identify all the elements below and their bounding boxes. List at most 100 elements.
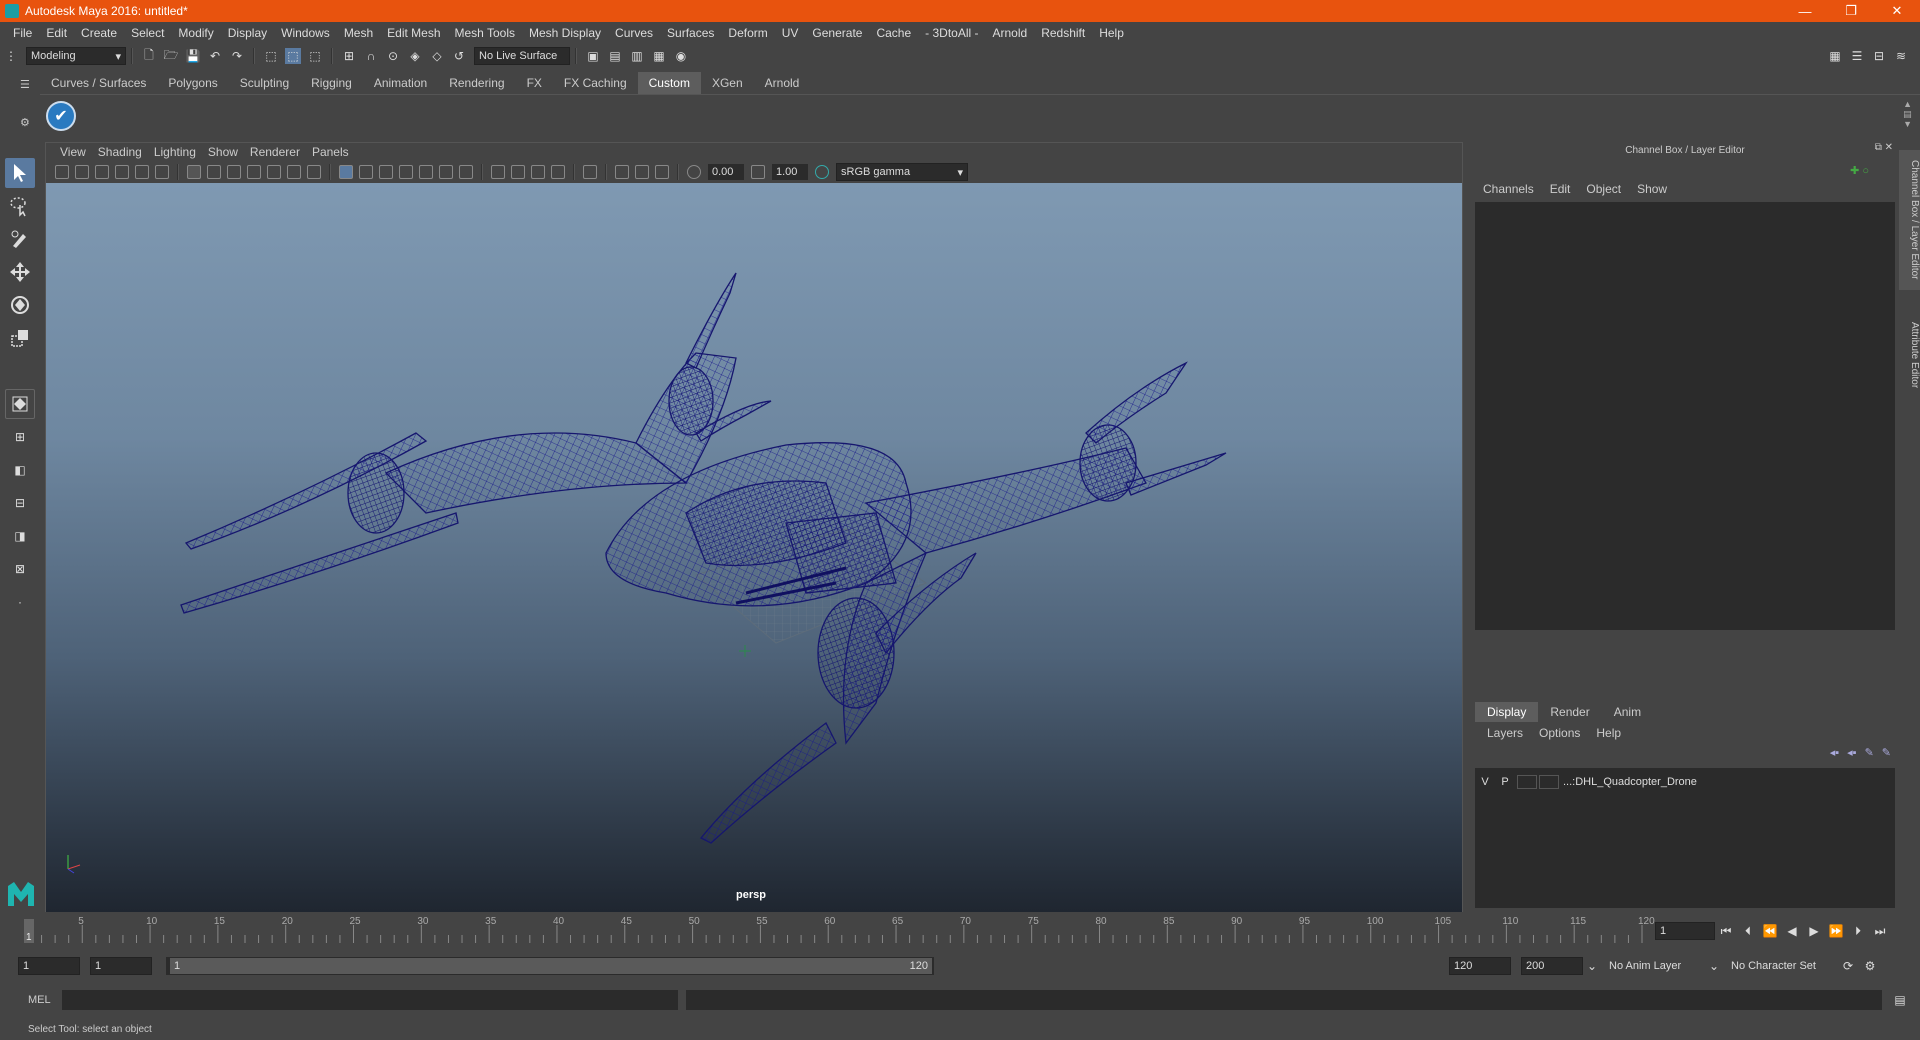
color-management-icon[interactable]: [815, 165, 829, 179]
safe-action-icon[interactable]: [287, 165, 301, 179]
anim-layer-dropdown[interactable]: No Anim Layer: [1605, 957, 1705, 975]
current-frame-field[interactable]: 1: [1655, 922, 1715, 940]
range-slider-track[interactable]: 1 120: [166, 957, 934, 975]
close-button[interactable]: ✕: [1874, 0, 1920, 22]
image-plane-icon[interactable]: [115, 165, 129, 179]
viewport-menu-show[interactable]: Show: [202, 145, 244, 159]
snap-grid-icon[interactable]: ⊞: [341, 48, 357, 64]
grid-icon[interactable]: [187, 165, 201, 179]
viewport-menu-lighting[interactable]: Lighting: [148, 145, 202, 159]
attribute-editor-side-tab[interactable]: Attribute Editor: [1899, 310, 1920, 400]
textured-icon[interactable]: [399, 165, 413, 179]
go-to-end-icon[interactable]: ⏭: [1872, 923, 1888, 939]
step-back-frame-icon[interactable]: ⏪: [1762, 923, 1778, 939]
restore-button[interactable]: ❐: [1828, 0, 1874, 22]
channel-box-area[interactable]: [1475, 202, 1895, 630]
shelf-menu-icon[interactable]: ☰: [20, 78, 30, 91]
menu-edit-mesh[interactable]: Edit Mesh: [380, 26, 447, 40]
safe-title-icon[interactable]: [307, 165, 321, 179]
step-forward-frame-icon[interactable]: ⏩: [1828, 923, 1844, 939]
playback-start-field[interactable]: 1: [90, 957, 152, 975]
preferences-icon[interactable]: ⚙: [1862, 958, 1878, 974]
play-backwards-icon[interactable]: ◀: [1784, 923, 1800, 939]
menu-arnold[interactable]: Arnold: [986, 26, 1035, 40]
layout-more-icon[interactable]: ·: [5, 587, 35, 617]
gamma-field[interactable]: 1.00: [772, 164, 808, 180]
viewport-menu-panels[interactable]: Panels: [306, 145, 355, 159]
shelf-tab-arnold[interactable]: Arnold: [754, 72, 811, 94]
chevron-down-icon[interactable]: ⌄: [1708, 958, 1720, 974]
shelf-tab-curves-surfaces[interactable]: Curves / Surfaces: [40, 72, 157, 94]
command-input[interactable]: [62, 990, 678, 1010]
lights-icon[interactable]: [459, 165, 473, 179]
shelf-tab-rigging[interactable]: Rigging: [300, 72, 363, 94]
layer-row[interactable]: V P ...:DHL_Quadcopter_Drone: [1475, 772, 1895, 792]
render-frame-icon[interactable]: ▤: [607, 48, 623, 64]
menu-deform[interactable]: Deform: [721, 26, 774, 40]
two-d-pan-icon[interactable]: [135, 165, 149, 179]
shelf-tab-polygons[interactable]: Polygons: [157, 72, 228, 94]
layer-type-toggle[interactable]: [1517, 775, 1537, 789]
field-chart-icon[interactable]: [267, 165, 281, 179]
animation-end-field[interactable]: 200: [1521, 957, 1583, 975]
snap-view-plane-icon[interactable]: ◈: [407, 48, 423, 64]
layout-side-by-side-icon[interactable]: ◧: [5, 455, 35, 485]
wireframe-on-shaded-icon[interactable]: [379, 165, 393, 179]
channel-box-menu-channels[interactable]: Channels: [1475, 182, 1542, 196]
hypershade-icon[interactable]: ◉: [673, 48, 689, 64]
menu-uv[interactable]: UV: [775, 26, 806, 40]
panel-float-close-icon[interactable]: ⧉ ✕: [1875, 142, 1893, 153]
layout-icon[interactable]: ⊟: [1871, 48, 1887, 64]
layer-menu-layers[interactable]: Layers: [1479, 726, 1531, 740]
channel-box-side-tab[interactable]: Channel Box / Layer Editor: [1899, 150, 1920, 290]
channel-box-menu-object[interactable]: Object: [1578, 182, 1629, 196]
menu-mesh-display[interactable]: Mesh Display: [522, 26, 608, 40]
command-language-label[interactable]: MEL: [28, 994, 58, 1006]
exposure-icon[interactable]: [687, 165, 701, 179]
depth-of-field-icon[interactable]: [551, 165, 565, 179]
playback-end-field[interactable]: 120: [1449, 957, 1511, 975]
range-slider-handle[interactable]: 1 120: [170, 958, 932, 974]
channel-box-toggle-icon[interactable]: ≋: [1893, 48, 1909, 64]
menu-mesh-tools[interactable]: Mesh Tools: [448, 26, 522, 40]
shelf-tab-rendering[interactable]: Rendering: [438, 72, 515, 94]
play-forwards-icon[interactable]: ▶: [1806, 923, 1822, 939]
menu-3dtoall[interactable]: - 3DtoAll -: [918, 26, 985, 40]
xray-icon[interactable]: [615, 165, 629, 179]
shelf-tab-sculpting[interactable]: Sculpting: [229, 72, 300, 94]
outliner-icon[interactable]: ☰: [1849, 48, 1865, 64]
rotate-tool-icon[interactable]: [5, 290, 35, 320]
camera-attributes-icon[interactable]: [75, 165, 89, 179]
grease-pencil-icon[interactable]: [155, 165, 169, 179]
checkmark-shelf-icon[interactable]: ✔: [46, 101, 76, 131]
layer-tab-render[interactable]: Render: [1538, 702, 1601, 722]
menu-help[interactable]: Help: [1092, 26, 1131, 40]
layer-menu-help[interactable]: Help: [1588, 726, 1629, 740]
bookmark-icon[interactable]: [95, 165, 109, 179]
menu-surfaces[interactable]: Surfaces: [660, 26, 721, 40]
scale-tool-icon[interactable]: [5, 323, 35, 353]
auto-key-icon[interactable]: ⟳: [1840, 958, 1856, 974]
wireframe-icon[interactable]: [339, 165, 353, 179]
render-settings-icon[interactable]: ▦: [651, 48, 667, 64]
animation-start-field[interactable]: 1: [18, 957, 80, 975]
new-scene-icon[interactable]: 🗋: [141, 48, 157, 64]
select-tool-icon[interactable]: [5, 158, 35, 188]
shelf-settings-icon[interactable]: ⚙: [20, 116, 30, 129]
select-component-icon[interactable]: ⬚: [307, 48, 323, 64]
smooth-shade-icon[interactable]: [359, 165, 373, 179]
step-forward-key-icon[interactable]: ⏵: [1850, 923, 1866, 939]
xray-components-icon[interactable]: [655, 165, 669, 179]
redo-icon[interactable]: ↷: [229, 48, 245, 64]
film-gate-icon[interactable]: [207, 165, 221, 179]
channel-box-options-icon[interactable]: ✚ ○: [1850, 164, 1869, 177]
channel-box-menu-show[interactable]: Show: [1629, 182, 1675, 196]
resolution-gate-icon[interactable]: [227, 165, 241, 179]
ipr-render-icon[interactable]: ▥: [629, 48, 645, 64]
select-hierarchy-icon[interactable]: ⬚: [263, 48, 279, 64]
paint-select-tool-icon[interactable]: [5, 224, 35, 254]
shelf-tab-custom[interactable]: Custom: [637, 72, 701, 94]
move-layer-down-icon[interactable]: ◂▪: [1847, 746, 1856, 759]
move-tool-icon[interactable]: [5, 257, 35, 287]
layer-visibility-toggle[interactable]: V: [1475, 776, 1495, 788]
